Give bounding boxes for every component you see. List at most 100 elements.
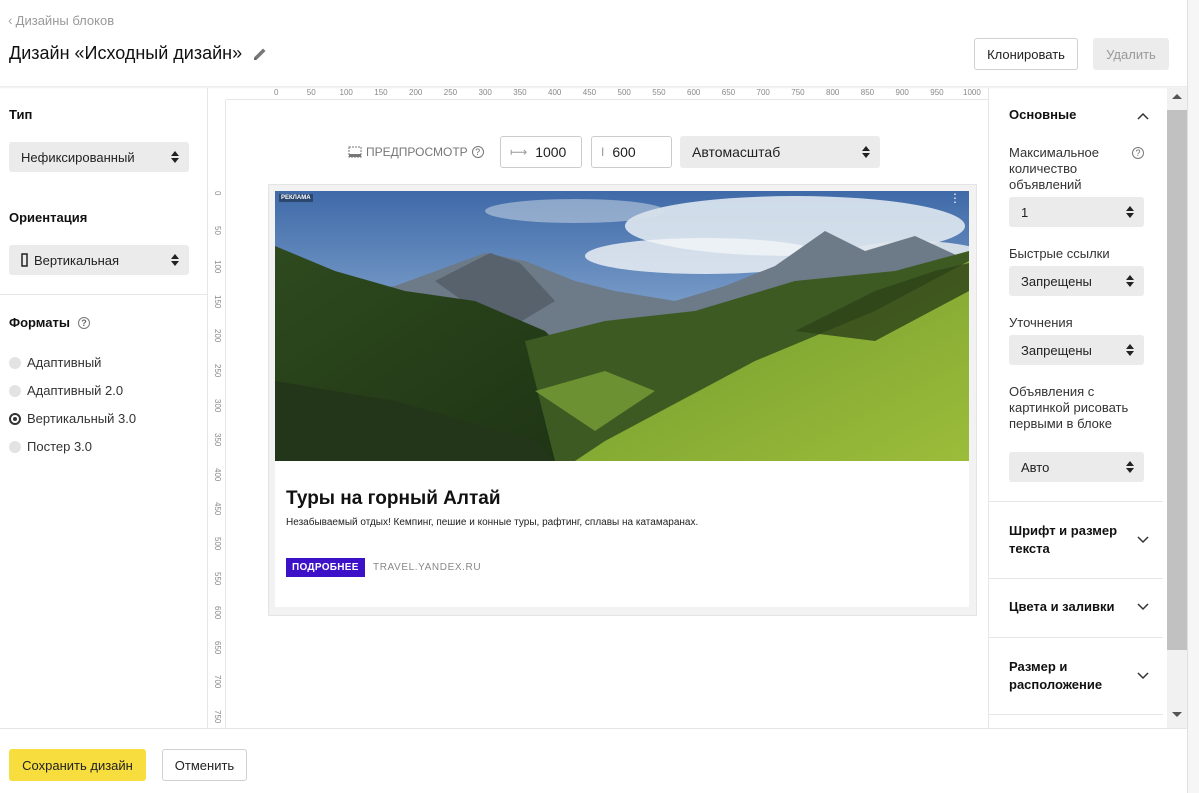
section-font-title[interactable]: Шрифт и размер текста — [1009, 522, 1129, 558]
select-arrows-icon — [1126, 461, 1134, 473]
ruler-tick-label: 850 — [860, 88, 875, 97]
radio-icon — [9, 440, 21, 453]
ruler-tick-label: 650 — [213, 640, 222, 655]
ruler-tick-label: 1000 — [963, 88, 981, 97]
radio-icon — [9, 384, 21, 397]
radio-checked-icon — [9, 412, 21, 425]
ruler-tick-label: 350 — [213, 433, 222, 447]
ad-card[interactable]: РЕКЛАМА ⋮ Туры на горный Алтай Незабывае… — [275, 191, 969, 607]
chevron-down-icon[interactable] — [1137, 536, 1149, 544]
select-arrows-icon — [1126, 275, 1134, 287]
ruler-tick-label: 250 — [443, 88, 458, 97]
refinements-value: Запрещены — [1021, 342, 1092, 358]
delete-button[interactable]: Удалить — [1093, 38, 1169, 70]
ad-cta-button[interactable]: ПОДРОБНЕЕ — [286, 558, 365, 577]
height-icon: I — [601, 145, 605, 159]
ruler-tick-label: 650 — [721, 88, 736, 97]
scroll-up-arrow-icon[interactable] — [1172, 94, 1182, 99]
ad-title[interactable]: Туры на горный Алтай — [286, 488, 501, 510]
orientation-select[interactable]: Вертикальная — [9, 245, 189, 275]
refinements-select[interactable]: Запрещены — [1009, 335, 1144, 365]
ruler-tick-label: 0 — [213, 191, 222, 196]
width-input[interactable]: ⟼ 1000 — [500, 136, 582, 168]
section-colors-title[interactable]: Цвета и заливки — [1009, 598, 1114, 616]
chevron-up-icon[interactable] — [1137, 112, 1149, 120]
chevron-left-icon: ‹ — [8, 12, 13, 28]
ruler-tick-label: 150 — [374, 88, 388, 97]
format-option-vertical-3[interactable]: Вертикальный 3.0 — [9, 411, 136, 426]
max-ads-select[interactable]: 1 — [1009, 197, 1144, 227]
mountain-landscape-image — [275, 191, 969, 461]
ruler-tick-label: 150 — [213, 294, 222, 309]
section-divider — [989, 501, 1163, 502]
save-design-button[interactable]: Сохранить дизайн — [9, 749, 146, 781]
select-arrows-icon — [171, 254, 179, 266]
quick-links-select[interactable]: Запрещены — [1009, 266, 1144, 296]
format-option-poster-3[interactable]: Постер 3.0 — [9, 439, 92, 454]
ruler-top: 0 50 100 150 200 250 300 350 400 450 500 550 600 650 7… — [226, 88, 988, 100]
breadcrumb[interactable]: ‹ Дизайны блоков — [8, 12, 114, 28]
ruler-tick-label: 100 — [213, 260, 222, 274]
type-label: Тип — [9, 107, 33, 122]
type-select-value: Нефиксированный — [21, 149, 135, 165]
select-arrows-icon — [862, 146, 870, 158]
ruler-tick-label: 950 — [930, 88, 944, 97]
scroll-down-arrow-icon[interactable] — [1172, 712, 1182, 717]
section-divider — [989, 637, 1163, 638]
ruler-tick-label: 300 — [478, 88, 492, 97]
chevron-down-icon[interactable] — [1137, 603, 1149, 611]
clone-button[interactable]: Клонировать — [974, 38, 1078, 70]
section-divider — [989, 578, 1163, 579]
ruler-tick-label: 450 — [213, 502, 222, 516]
ruler-tick-label: 750 — [213, 710, 222, 724]
ad-text: Незабываемый отдых! Кемпинг, пешие и кон… — [286, 517, 699, 528]
ruler-tick-label: 800 — [826, 88, 840, 97]
help-icon[interactable]: ? — [471, 146, 484, 158]
ruler-tick-label: 400 — [213, 467, 222, 482]
ruler-tick-label: 350 — [513, 88, 527, 97]
formats-label: Форматы — [9, 315, 70, 330]
pencil-icon[interactable] — [252, 46, 268, 62]
ruler-tick-label: 250 — [213, 364, 222, 378]
section-main-title[interactable]: Основные — [1009, 106, 1076, 124]
ruler-tick-label: 600 — [687, 88, 701, 97]
select-arrows-icon — [171, 151, 179, 163]
help-icon[interactable]: ? — [77, 316, 90, 329]
ruler-tick-label: 0 — [274, 88, 279, 97]
window-edge — [1187, 0, 1199, 793]
more-vertical-icon[interactable]: ⋮ — [949, 192, 961, 204]
height-input[interactable]: I 600 — [591, 136, 672, 168]
section-divider — [989, 714, 1163, 715]
height-value: 600 — [612, 144, 636, 160]
format-option-adaptive[interactable]: Адаптивный — [9, 355, 101, 370]
ruler-tick-label: 900 — [895, 88, 909, 97]
page-title: Дизайн «Исходный дизайн» — [9, 43, 243, 63]
title-row: Дизайн «Исходный дизайн» — [9, 43, 268, 64]
type-select[interactable]: Нефиксированный — [9, 142, 189, 172]
ruler-tick-label: 750 — [791, 88, 805, 97]
zoom-select-value: Автомасштаб — [692, 144, 781, 160]
orientation-select-value: Вертикальная — [34, 252, 120, 268]
quick-links-value: Запрещены — [1021, 273, 1092, 289]
ruler-tick-label: 300 — [213, 398, 222, 412]
left-panel: Тип Нефиксированный Ориентация Вертикаль… — [0, 88, 208, 728]
ruler-tick-label: 600 — [213, 606, 222, 620]
cancel-button[interactable]: Отменить — [162, 749, 247, 781]
section-size-title[interactable]: Размер и расположение — [1009, 658, 1119, 694]
chevron-down-icon[interactable] — [1137, 672, 1149, 680]
ruler-tick-label: 550 — [213, 571, 222, 585]
preview-frame-icon — [348, 146, 362, 158]
ad-domain[interactable]: TRAVEL.YANDEX.RU — [373, 562, 481, 573]
image-first-select[interactable]: Авто — [1009, 452, 1144, 482]
quick-links-label: Быстрые ссылки — [1009, 246, 1110, 261]
width-icon: ⟼ — [510, 145, 528, 159]
zoom-select[interactable]: Автомасштаб — [680, 136, 880, 168]
help-icon[interactable]: ? — [1132, 147, 1144, 159]
breadcrumb-label: Дизайны блоков — [15, 12, 115, 28]
format-option-adaptive-2[interactable]: Адаптивный 2.0 — [9, 383, 123, 398]
ad-image[interactable]: РЕКЛАМА ⋮ — [275, 191, 969, 461]
select-arrows-icon — [1126, 344, 1134, 356]
format-option-label: Адаптивный — [27, 355, 102, 370]
format-option-label: Вертикальный 3.0 — [27, 411, 137, 426]
scrollbar-thumb[interactable] — [1167, 110, 1187, 650]
